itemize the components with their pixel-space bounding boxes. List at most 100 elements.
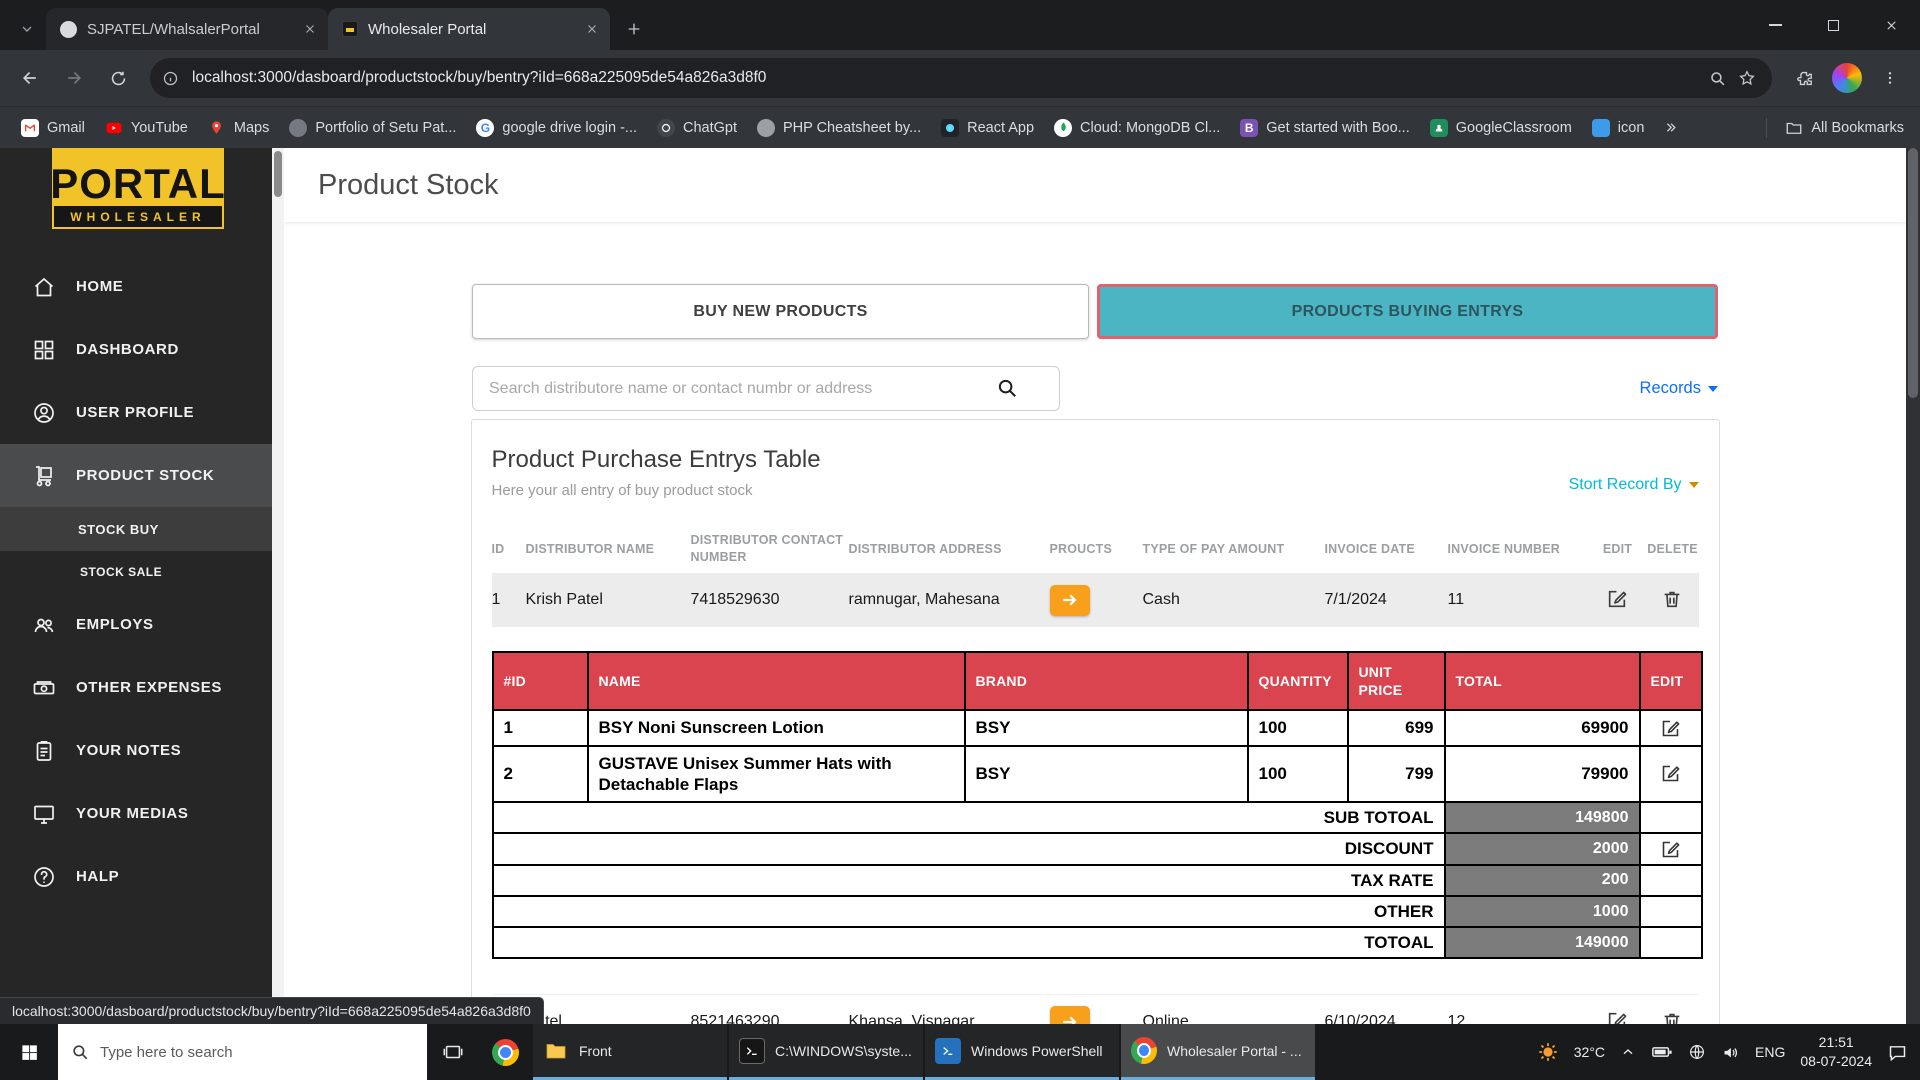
site-info-icon[interactable]: [154, 62, 186, 94]
classroom-favicon: [1430, 119, 1448, 137]
forward-button[interactable]: [54, 58, 94, 98]
edit-icon[interactable]: [1606, 588, 1630, 612]
tab-search-chevron-icon[interactable]: [8, 8, 46, 50]
bookmarks-bar: Gmail YouTube Maps Portfolio of Setu Pat…: [0, 106, 1920, 148]
sort-record-dropdown[interactable]: Stort Record By: [1569, 476, 1699, 494]
sidebar-item-employs[interactable]: EMPLOYS: [0, 593, 272, 656]
url-text: localhost:3000/dasboard/productstock/buy…: [186, 69, 1702, 87]
products-buying-entries-button[interactable]: PRODUCTS BUYING ENTRYS: [1097, 284, 1718, 339]
taskbar-app-file-explorer[interactable]: Front: [533, 1024, 727, 1080]
bookmark-maps[interactable]: Maps: [199, 115, 278, 141]
action-center-icon[interactable]: [1887, 1042, 1908, 1063]
bookmark-portfolio[interactable]: Portfolio of Setu Pat...: [280, 115, 465, 141]
mongodb-favicon: [1054, 119, 1072, 137]
sidebar-item-stock-buy[interactable]: STOCK BUY: [0, 507, 272, 551]
sidebar-item-product-stock[interactable]: PRODUCT STOCK: [0, 444, 272, 507]
search-icon: [71, 1043, 89, 1061]
bootstrap-favicon: [1240, 119, 1258, 137]
purchase-row: 1 Krish Patel 7418529630 ramnugar, Mahes…: [492, 573, 1699, 627]
taskbar-search[interactable]: Type here to search: [58, 1024, 427, 1080]
extensions-icon[interactable]: [1784, 58, 1824, 98]
chrome-icon: [1131, 1038, 1157, 1064]
bookmark-php-cheatsheet[interactable]: PHP Cheatsheet by...: [748, 115, 930, 141]
sidebar-item-stock-sale[interactable]: STOCK SALE: [0, 551, 272, 593]
bookmark-youtube[interactable]: YouTube: [96, 115, 197, 141]
buy-new-products-button[interactable]: BUY NEW PRODUCTS: [472, 284, 1089, 339]
distributor-contact: 7418529630: [691, 591, 849, 609]
new-tab-button[interactable]: [616, 11, 652, 47]
bookmark-star-icon[interactable]: [1732, 63, 1762, 93]
bookmark-bootstrap[interactable]: Get started with Boo...: [1231, 115, 1418, 141]
sidebar-item-home[interactable]: HOME: [0, 255, 272, 318]
filter-row: Records: [472, 366, 1718, 411]
pay-type: Cash: [1143, 591, 1325, 609]
tab-wholesaler-portal[interactable]: Wholesaler Portal: [328, 8, 610, 50]
bookmark-react-app[interactable]: React App: [932, 115, 1043, 141]
edit-icon[interactable]: [1606, 1010, 1630, 1024]
browser-toolbar: localhost:3000/dasboard/productstock/buy…: [0, 50, 1920, 106]
page-scrollbar-thumb[interactable]: [1908, 148, 1918, 398]
search-icon[interactable]: [996, 377, 1018, 399]
bookmark-google-drive[interactable]: google drive login -...: [467, 115, 646, 141]
tab-close-icon[interactable]: [582, 19, 602, 39]
start-button[interactable]: [0, 1024, 58, 1080]
tab-title: SJPATEL/WhalsalerPortal: [87, 21, 290, 38]
menu-kebab-icon[interactable]: [1870, 58, 1910, 98]
weather-icon[interactable]: [1537, 1041, 1559, 1063]
profile-avatar[interactable]: [1832, 63, 1862, 93]
battery-icon[interactable]: [1651, 1041, 1673, 1063]
chatgpt-favicon: [657, 119, 675, 137]
search-input[interactable]: [472, 366, 1060, 411]
edit-icon[interactable]: [1640, 833, 1702, 864]
bookmarks-overflow-chevron[interactable]: [1655, 120, 1686, 135]
sidebar-item-user-profile[interactable]: USER PROFILE: [0, 381, 272, 444]
delete-icon[interactable]: [1661, 1010, 1685, 1024]
bookmark-chatgpt[interactable]: ChatGpt: [648, 115, 746, 141]
chrome-pinned-icon[interactable]: [479, 1024, 531, 1080]
distributor-searchbox: [472, 366, 1060, 411]
chevron-up-icon[interactable]: [1620, 1044, 1636, 1060]
edit-icon[interactable]: [1640, 710, 1702, 745]
taskbar-clock[interactable]: 21:51 08-07-2024: [1800, 1033, 1872, 1071]
purchase-row: Patel 8521463290 Khansa, Visnagar Online…: [492, 994, 1699, 1024]
sidebar-item-dashboard[interactable]: DASHBOARD: [0, 318, 272, 381]
close-button[interactable]: [1862, 0, 1920, 50]
taskbar-app-powershell[interactable]: Windows PowerShell: [925, 1024, 1119, 1080]
zoom-icon[interactable]: [1702, 63, 1732, 93]
volume-icon[interactable]: [1721, 1043, 1740, 1062]
content-scrollbar-track[interactable]: [272, 148, 284, 1024]
sidebar-item-halp[interactable]: HALP: [0, 845, 272, 908]
page-scrollbar-track[interactable]: [1906, 148, 1920, 1024]
windows-logo-icon: [20, 1043, 39, 1062]
tab-github-repo[interactable]: SJPATEL/WhalsalerPortal: [46, 8, 328, 50]
delete-icon[interactable]: [1661, 588, 1685, 612]
maximize-button[interactable]: [1804, 0, 1862, 50]
show-products-button[interactable]: [1050, 585, 1090, 616]
network-globe-icon[interactable]: [1688, 1043, 1706, 1061]
tab-close-icon[interactable]: [300, 19, 320, 39]
sidebar-item-other-expenses[interactable]: OTHER EXPENSES: [0, 656, 272, 719]
show-products-button[interactable]: [1050, 1006, 1090, 1024]
temperature-label[interactable]: 32°C: [1574, 1044, 1605, 1060]
records-dropdown[interactable]: Records: [1640, 379, 1718, 398]
status-url-tooltip: localhost:3000/dasboard/productstock/buy…: [0, 997, 544, 1024]
bookmark-icon[interactable]: icon: [1583, 115, 1654, 141]
sidebar-item-your-medias[interactable]: YOUR MEDIAS: [0, 782, 272, 845]
content-scrollbar-thumb[interactable]: [274, 151, 282, 197]
language-indicator[interactable]: ENG: [1755, 1044, 1785, 1060]
task-view-button[interactable]: [427, 1024, 479, 1080]
content-body: BUY NEW PRODUCTS PRODUCTS BUYING ENTRYS …: [284, 222, 1906, 1024]
bookmark-google-classroom[interactable]: GoogleClassroom: [1421, 115, 1581, 141]
all-bookmarks-button[interactable]: All Bookmarks: [1756, 118, 1908, 138]
address-bar[interactable]: localhost:3000/dasboard/productstock/buy…: [150, 58, 1772, 98]
wholesaler-favicon: [342, 21, 358, 37]
minimize-button[interactable]: [1746, 0, 1804, 50]
taskbar-app-cmd[interactable]: C:\WINDOWS\syste...: [729, 1024, 923, 1080]
edit-icon[interactable]: [1640, 746, 1702, 803]
sidebar-item-your-notes[interactable]: YOUR NOTES: [0, 719, 272, 782]
bookmark-gmail[interactable]: Gmail: [12, 115, 94, 141]
bookmark-mongodb[interactable]: Cloud: MongoDB Cl...: [1045, 115, 1229, 141]
back-button[interactable]: [10, 58, 50, 98]
taskbar-app-wholesaler-portal[interactable]: Wholesaler Portal - ...: [1121, 1024, 1315, 1080]
reload-button[interactable]: [98, 58, 138, 98]
